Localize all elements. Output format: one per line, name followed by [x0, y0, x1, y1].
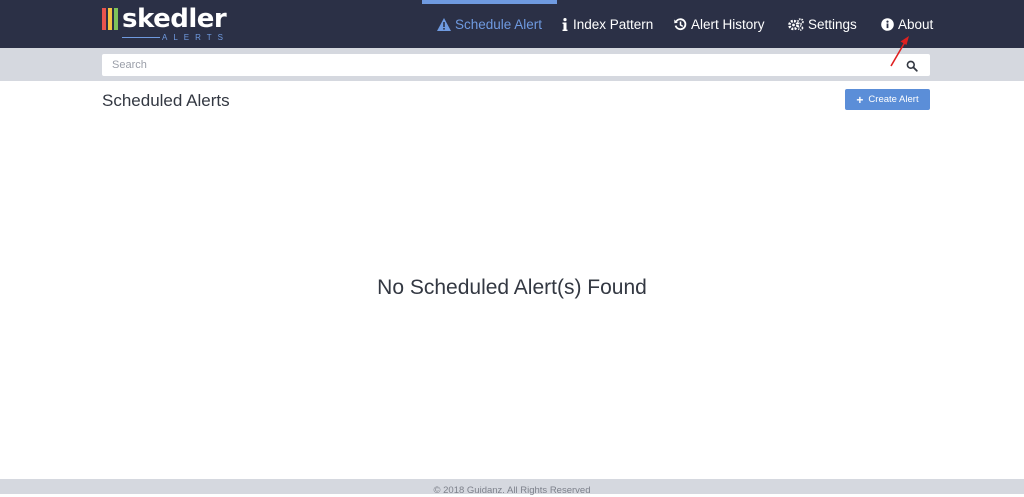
info-circle-icon: [880, 17, 894, 31]
nav-settings[interactable]: Settings: [788, 0, 857, 48]
empty-state-message: No Scheduled Alert(s) Found: [377, 276, 647, 299]
skedler-logo[interactable]: skedler ALERTS: [102, 4, 237, 42]
logo-wordmark: skedler: [122, 4, 227, 34]
logo-bar-red: [102, 8, 106, 30]
nav-label: Alert History: [691, 16, 765, 32]
nav-schedule-alert[interactable]: Schedule Alert: [421, 0, 558, 48]
logo-bar-green: [114, 8, 118, 30]
footer-copyright: © 2018 Guidanz. All Rights Reserved: [433, 485, 591, 496]
nav-label: Index Pattern: [573, 16, 654, 32]
warning-icon: [437, 17, 451, 31]
gears-icon: [788, 17, 804, 31]
search-icon[interactable]: [906, 59, 918, 72]
history-icon: [673, 17, 687, 31]
search-input[interactable]: [102, 54, 892, 76]
create-alert-button[interactable]: + Create Alert: [845, 89, 930, 110]
page-title: Scheduled Alerts: [102, 91, 230, 110]
nav-about[interactable]: About: [880, 0, 933, 48]
logo-bar-yellow: [108, 8, 112, 30]
logo-bars: [102, 8, 118, 30]
plus-icon: +: [856, 92, 864, 107]
nav-label: About: [898, 16, 934, 32]
top-navbar: skedler ALERTS Schedule Alert Index Patt…: [0, 0, 1024, 48]
logo-subtitle: ALERTS: [162, 33, 229, 42]
search-box: [102, 54, 930, 76]
nav-label: Settings: [808, 16, 857, 32]
footer: © 2018 Guidanz. All Rights Reserved: [0, 479, 1024, 496]
logo-underline: [122, 37, 160, 38]
nav-label: Schedule Alert: [455, 16, 543, 32]
nav-alert-history[interactable]: Alert History: [673, 0, 765, 48]
search-bar: [0, 48, 1024, 81]
nav-index-pattern[interactable]: Index Pattern: [561, 0, 653, 48]
info-icon: [561, 17, 569, 31]
create-alert-label: Create Alert: [868, 94, 919, 105]
